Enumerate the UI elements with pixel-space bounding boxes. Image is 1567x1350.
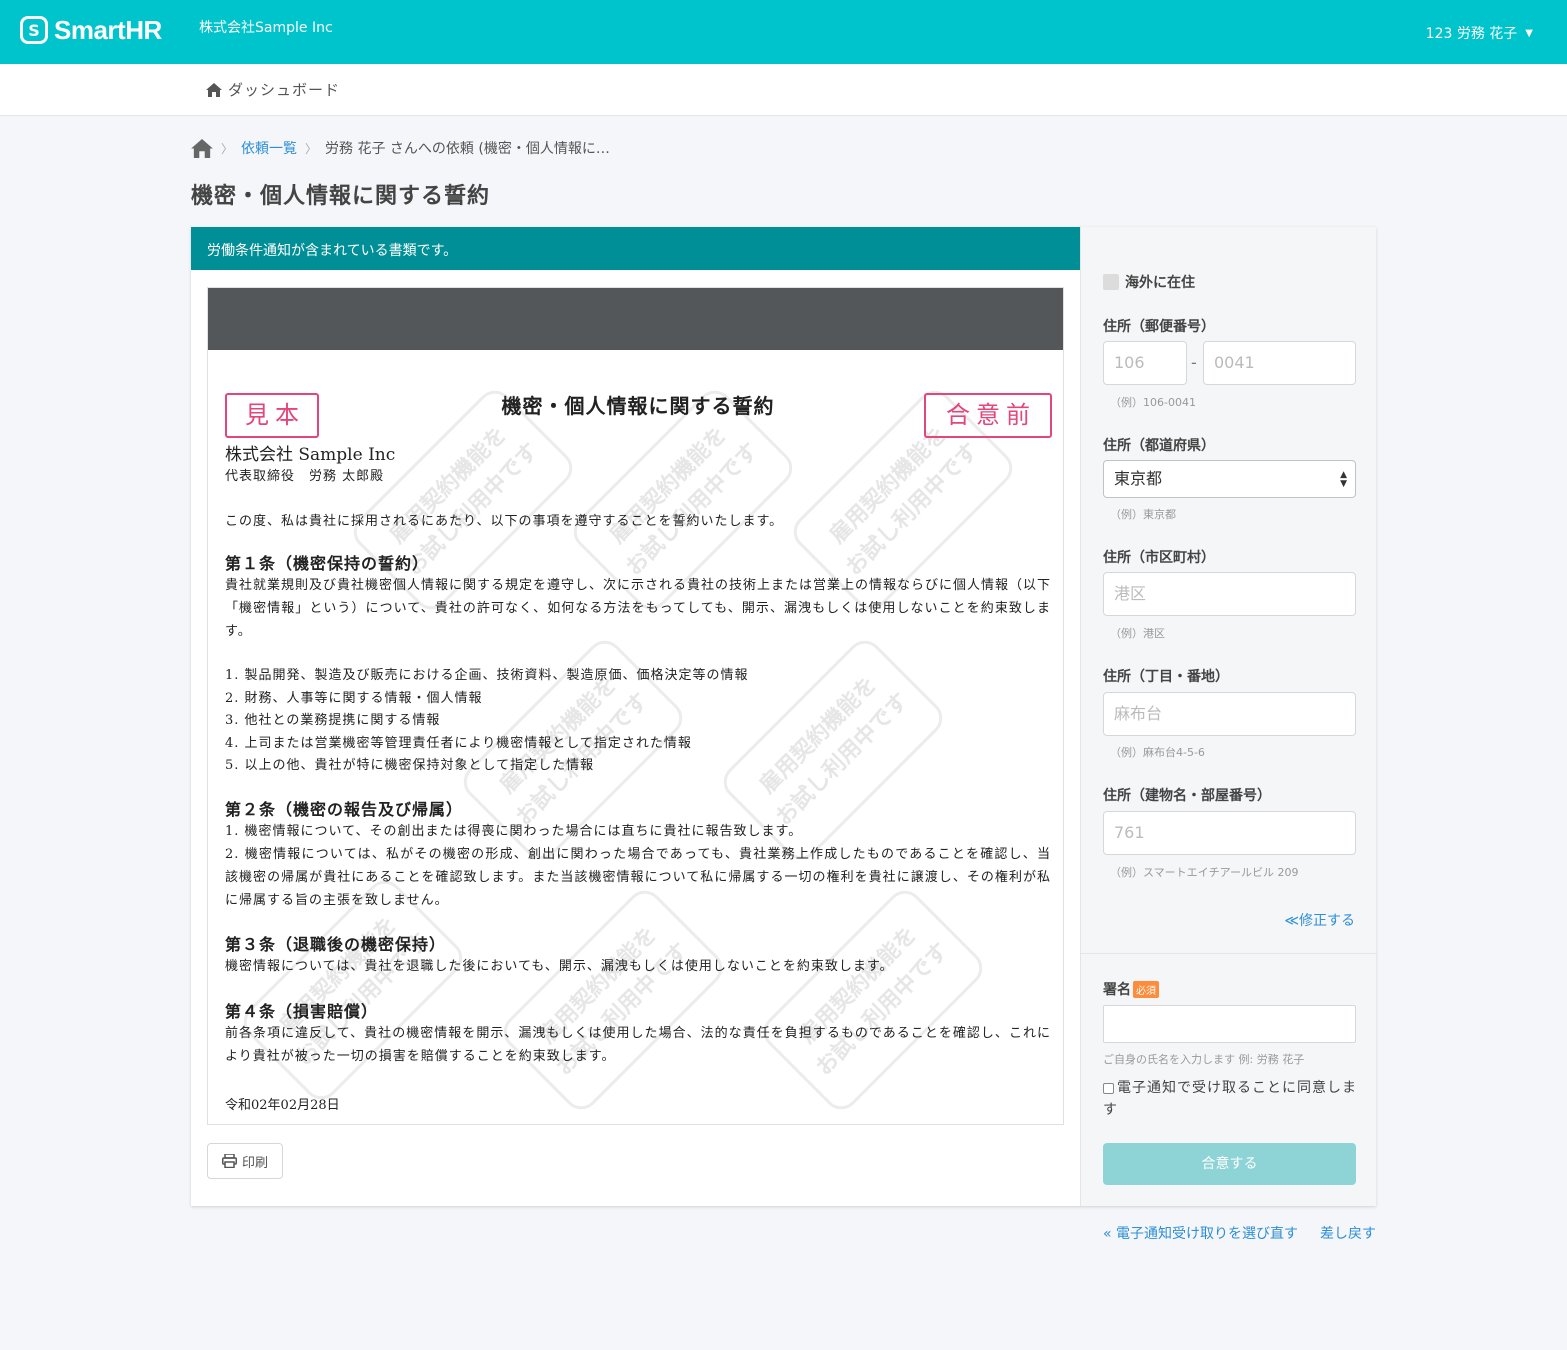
consent-label: 電子通知で受け取ることに同意します <box>1103 1080 1357 1118</box>
notice-banner: 労働条件通知が含まれている書類です。 <box>191 227 1080 270</box>
logo-icon: S <box>20 16 48 44</box>
article-1-item: 1. 製品開発、製造及び販売における企画、技術資料、製造原価、価格決定等の情報 <box>225 668 749 683</box>
print-button[interactable]: 印刷 <box>207 1143 283 1179</box>
building-input[interactable]: 761 <box>1103 811 1356 855</box>
article-4-body: 前各条項に違反して、貴社の機密情報を開示、漏洩もしくは使用した場合、法的な責任を… <box>225 1026 1051 1064</box>
address-form-panel: 海外に在住 住所（郵便番号） 106 - 0041 （例）106-0041 住所… <box>1080 227 1377 1206</box>
article-2-heading: 第２条（機密の報告及び帰属） <box>225 800 464 819</box>
send-back-link[interactable]: 差し戻す <box>1320 1223 1376 1243</box>
document-column: 労働条件通知が含まれている書類です。 雇用契約機能を お試し利用中です 雇用契約機… <box>191 227 1080 1206</box>
viewer-toolbar <box>208 288 1063 350</box>
electronic-notice-consent[interactable]: 電子通知で受け取ることに同意します <box>1103 1077 1361 1121</box>
zip-second-input[interactable]: 0041 <box>1203 341 1356 385</box>
document-representative: 代表取締役 労務 太郎殿 <box>225 469 385 484</box>
city-hint: （例）港区 <box>1110 627 1165 640</box>
watermark: 雇用契約機能を お試し利用中です <box>496 883 730 1117</box>
article-1-item: 2. 財務、人事等に関する情報・個人情報 <box>225 691 483 706</box>
article-2-p2: 2. 機密情報については、私がその機密の形成、創出に関わった場合であっても、貴社… <box>225 847 1051 908</box>
print-label: 印刷 <box>241 1155 268 1171</box>
article-1-body: 貴社就業規則及び貴社機密個人情報に関する規定を遵守し、次に示される貴社の技術上ま… <box>225 578 1052 639</box>
reselect-notice-link[interactable]: « 電子通知受け取りを選び直す <box>1103 1223 1298 1243</box>
request-card: 労働条件通知が含まれている書類です。 雇用契約機能を お試し利用中です 雇用契約機… <box>191 227 1377 1206</box>
required-badge: 必須 <box>1133 980 1159 998</box>
dashboard-label: ダッシュボード <box>228 81 341 99</box>
page-title: 機密・個人情報に関する誓約 <box>191 184 491 209</box>
address-section: 海外に在住 住所（郵便番号） 106 - 0041 （例）106-0041 住所… <box>1081 227 1377 954</box>
street-input[interactable]: 麻布台 <box>1103 692 1356 736</box>
article-4-heading: 第４条（損害賠償） <box>225 1002 379 1021</box>
breadcrumb-current: 労務 花子 さんへの依頼 (機密・個人情報に… <box>325 141 610 157</box>
document-intro: この度、私は貴社に採用されるにあたり、以下の事項を遵守することを誓約いたします。 <box>225 514 784 529</box>
breadcrumb-request-list[interactable]: 依頼一覧 <box>241 138 297 158</box>
chevron-right-icon: 〉 <box>305 141 318 156</box>
overseas-label: 海外に在住 <box>1125 275 1195 291</box>
edit-link[interactable]: ≪修正する <box>1284 910 1355 930</box>
article-1-item: 5. 以上の他、貴社が特に機密保持対象として指定した情報 <box>225 758 595 773</box>
zip-first-input[interactable]: 106 <box>1103 341 1187 385</box>
zip-hint: （例）106-0041 <box>1110 396 1196 409</box>
document-title: 機密・個人情報に関する誓約 <box>501 394 775 418</box>
home-icon <box>206 82 222 97</box>
dashboard-link[interactable]: ダッシュボード <box>206 79 340 100</box>
article-1-heading: 第１条（機密保持の誓約） <box>225 554 430 573</box>
street-hint: （例）麻布台4-5-6 <box>1110 746 1205 759</box>
chevron-right-icon: 〉 <box>221 141 234 156</box>
building-hint: （例）スマートエイチアールビル 209 <box>1110 866 1299 879</box>
overseas-checkbox-row[interactable]: 海外に在住 <box>1103 272 1195 292</box>
prefecture-hint: （例）東京都 <box>1110 508 1176 521</box>
footer-links: « 電子通知受け取りを選び直す 差し戻す <box>1081 1223 1376 1243</box>
caret-down-icon: ▼ <box>1525 27 1533 39</box>
company-name: 株式会社Sample Inc <box>199 20 333 36</box>
sub-nav: ダッシュボード <box>0 64 1567 116</box>
overseas-checkbox[interactable] <box>1103 274 1119 290</box>
select-arrows-icon: ▲ ▼ <box>1340 470 1347 489</box>
agree-button[interactable]: 合意する <box>1103 1143 1356 1185</box>
logo-text: SmartHR <box>54 14 162 45</box>
article-2-p1: 1. 機密情報について、その創出または得喪に関わった場合には直ちに貴社に報告致し… <box>225 824 803 839</box>
prefecture-label: 住所（都道府県） <box>1103 438 1215 454</box>
city-label: 住所（市区町村） <box>1103 550 1215 566</box>
user-menu[interactable]: 123 労務 花子 ▼ <box>1426 23 1533 43</box>
smarthr-logo[interactable]: S SmartHR <box>20 13 162 47</box>
signature-label: 署名 必須 <box>1103 979 1159 999</box>
zip-label: 住所（郵便番号） <box>1103 319 1215 335</box>
street-label: 住所（丁目・番地） <box>1103 669 1229 685</box>
document-company: 株式会社 Sample Inc <box>225 445 396 465</box>
building-label: 住所（建物名・部屋番号） <box>1103 788 1271 804</box>
home-icon[interactable] <box>191 138 213 158</box>
prefecture-value: 東京都 <box>1114 469 1163 488</box>
top-bar: S SmartHR 株式会社Sample Inc 123 労務 花子 ▼ <box>0 0 1567 64</box>
document-viewer[interactable]: 雇用契約機能を お試し利用中です 雇用契約機能を お試し利用中です 雇用契約機能をお… <box>207 287 1064 1125</box>
article-3-body: 機密情報については、貴社を退職した後においても、開示、漏洩もしくは使用しないこと… <box>225 959 894 974</box>
user-name: 123 労務 花子 <box>1425 26 1518 42</box>
zip-dash: - <box>1191 353 1197 372</box>
article-3-heading: 第３条（退職後の機密保持） <box>225 935 447 954</box>
article-1-item: 3. 他社との業務提携に関する情報 <box>225 713 441 728</box>
watermark: 雇用契約機能を お試し利用中です <box>756 883 990 1117</box>
article-1-item: 4. 上司または営業機密等管理責任者により機密情報として指定された情報 <box>225 736 692 751</box>
city-input[interactable]: 港区 <box>1103 572 1356 616</box>
signature-input[interactable] <box>1103 1005 1356 1043</box>
document-page: 雇用契約機能を お試し利用中です 雇用契約機能を お試し利用中です 雇用契約機能をお… <box>208 350 1063 1124</box>
document-date: 令和02年02月28日 <box>225 1098 340 1113</box>
consent-checkbox[interactable] <box>1103 1082 1114 1094</box>
prefecture-select[interactable]: 東京都 ▲ ▼ <box>1103 460 1356 498</box>
signature-hint: ご自身の氏名を入力します 例: 労務 花子 <box>1103 1053 1305 1066</box>
breadcrumb: 〉 依頼一覧 〉 労務 花子 さんへの依頼 (機密・個人情報に… <box>191 138 610 158</box>
printer-icon <box>221 1154 237 1168</box>
